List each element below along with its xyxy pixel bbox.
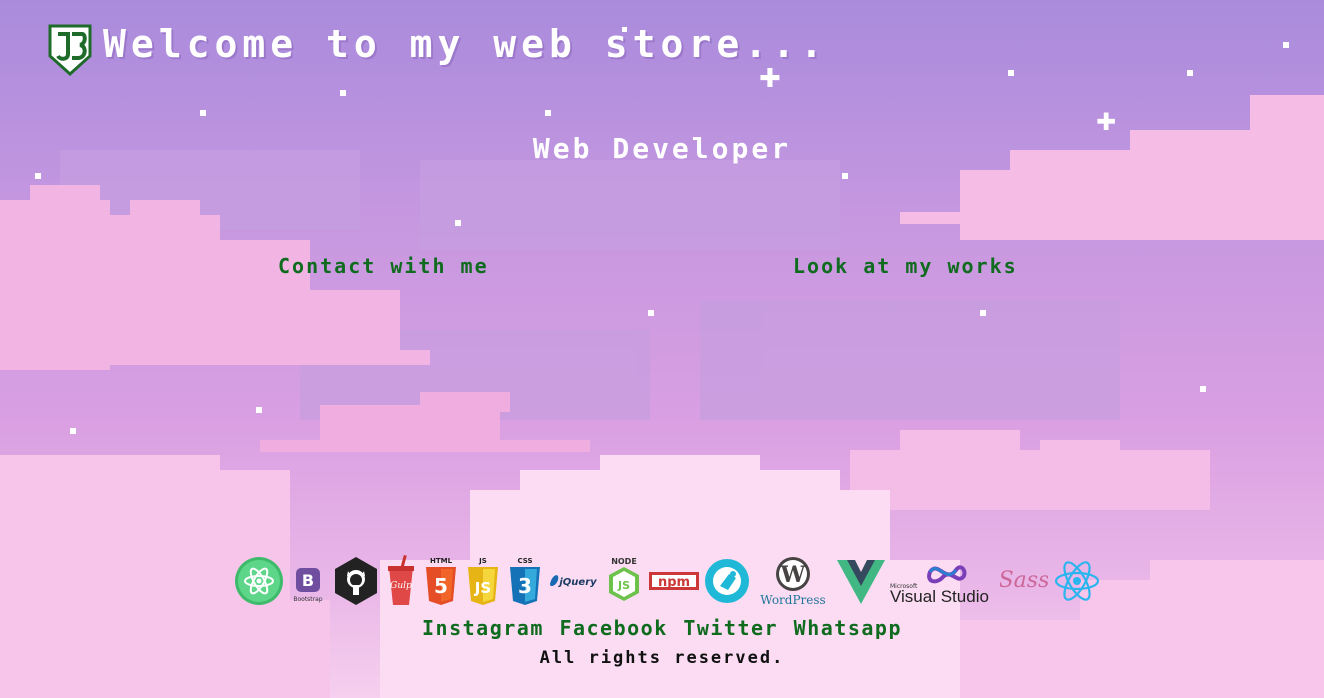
svg-text:W: W [780,562,806,588]
svg-text:JS: JS [478,557,487,565]
twitter-link[interactable]: Twitter [683,616,778,640]
bootstrap-icon: B Bootstrap [288,556,328,606]
svg-text:npm: npm [658,575,690,590]
atom-icon [234,556,284,606]
star [842,173,848,179]
works-link[interactable]: Look at my works [793,254,1018,278]
whatsapp-link[interactable]: Whatsapp [794,616,902,640]
contact-link[interactable]: Contact with me [278,254,489,278]
star [70,428,76,434]
social-links: Instagram Facebook Twitter Whatsapp [0,616,1324,640]
star [980,310,986,316]
js-icon: JS JS [464,555,502,607]
svg-text:Bootstrap: Bootstrap [293,596,322,603]
wordpress-icon: W WordPress [754,554,832,608]
svg-text:Sass: Sass [1000,568,1048,593]
svg-text:jQuery: jQuery [557,577,597,588]
nodejs-icon: NODE JS [604,555,644,607]
hero-subtitle: Web Developer [532,132,792,165]
star [648,310,654,316]
star [200,110,206,116]
star [256,407,262,413]
shield-logo-icon[interactable] [46,22,94,78]
star [1008,70,1014,76]
tech-stack-row: B Bootstrap Gulp HTML 5 JS JS CSS 3 jQue… [234,554,1102,608]
svg-text:B: B [302,571,314,590]
svg-text:WordPress: WordPress [760,593,825,607]
svg-text:Visual Studio: Visual Studio [890,587,989,606]
star [455,220,461,226]
star [1283,42,1289,48]
react-icon [1052,556,1102,606]
instagram-link[interactable]: Instagram [422,616,544,640]
npm-icon: npm [648,566,700,596]
svg-text:5: 5 [434,574,448,598]
postman-icon [704,556,750,606]
jquery-icon: jQuery [548,566,600,596]
star [340,90,346,96]
svg-text:JS: JS [617,579,630,592]
sass-icon: Sass [1000,561,1048,601]
css3-icon: CSS 3 [506,555,544,607]
page-title: Welcome to my web store... [103,22,828,66]
svg-text:JS: JS [474,579,491,597]
sparkle-icon: ✚ [759,64,781,94]
svg-text:HTML: HTML [430,557,453,565]
svg-text:CSS: CSS [517,557,532,565]
star [1200,386,1206,392]
star [545,110,551,116]
vue-icon [836,556,886,606]
svg-text:NODE: NODE [611,557,637,566]
gulp-icon: Gulp [384,555,418,607]
svg-text:3: 3 [518,574,532,598]
svg-text:Gulp: Gulp [390,581,412,591]
github-icon [332,555,380,607]
visual-studio-icon: Microsoft Visual Studio [890,556,996,606]
html5-icon: HTML 5 [422,555,460,607]
star [1187,70,1193,76]
facebook-link[interactable]: Facebook [559,616,667,640]
star [35,173,41,179]
copyright-text: All rights reserved. [539,648,785,668]
